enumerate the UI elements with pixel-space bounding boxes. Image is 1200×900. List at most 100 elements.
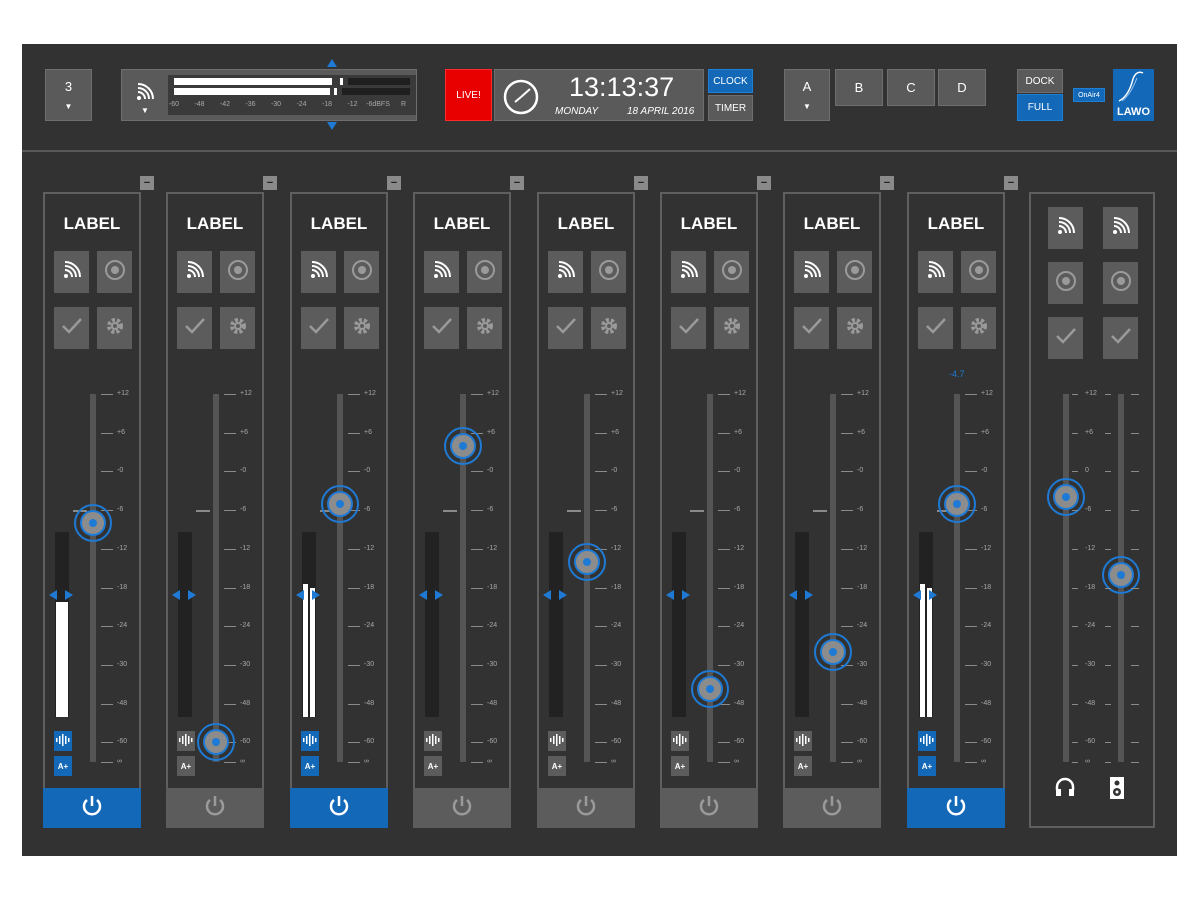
fader-knob[interactable] [944, 490, 970, 517]
balance-right-icon[interactable] [65, 590, 73, 600]
speaker-input-button[interactable] [1103, 207, 1138, 249]
channel-input-button[interactable] [301, 251, 336, 293]
headphone-record-button[interactable] [1048, 262, 1083, 304]
channel-input-button[interactable] [794, 251, 829, 293]
channel-input-button[interactable] [671, 251, 706, 293]
autogain-button[interactable]: A+ [794, 756, 812, 776]
waveform-button[interactable] [671, 731, 689, 751]
meter-up-arrow-icon[interactable] [327, 59, 337, 67]
waveform-button[interactable] [54, 731, 72, 751]
balance-left-icon[interactable] [789, 590, 797, 600]
channel-record-button[interactable] [97, 251, 132, 293]
timer-button[interactable]: TIMER [708, 95, 753, 121]
balance-left-icon[interactable] [913, 590, 921, 600]
channel-settings-button[interactable] [220, 307, 255, 349]
channel-record-button[interactable] [467, 251, 502, 293]
channel-settings-button[interactable] [467, 307, 502, 349]
speaker-fader-knob[interactable] [1108, 561, 1134, 588]
balance-left-icon[interactable] [49, 590, 57, 600]
balance-left-icon[interactable] [666, 590, 674, 600]
balance-right-icon[interactable] [435, 590, 443, 600]
channel-settings-button[interactable] [837, 307, 872, 349]
channel-select-button[interactable] [548, 307, 583, 349]
channel-select-button[interactable] [301, 307, 336, 349]
collapse-button[interactable]: − [634, 176, 648, 190]
channel-select-button[interactable] [794, 307, 829, 349]
waveform-button[interactable] [548, 731, 566, 751]
channel-power-button[interactable] [907, 788, 1005, 828]
waveform-button[interactable] [301, 731, 319, 751]
autogain-button[interactable]: A+ [918, 756, 936, 776]
waveform-button[interactable] [177, 731, 195, 751]
channel-settings-button[interactable] [961, 307, 996, 349]
channel-input-button[interactable] [918, 251, 953, 293]
balance-right-icon[interactable] [682, 590, 690, 600]
waveform-button[interactable] [424, 731, 442, 751]
collapse-button[interactable]: − [387, 176, 401, 190]
chevron-down-icon[interactable]: ▼ [141, 106, 149, 115]
channel-record-button[interactable] [961, 251, 996, 293]
balance-right-icon[interactable] [188, 590, 196, 600]
headphone-select-button[interactable] [1048, 317, 1083, 359]
channel-settings-button[interactable] [591, 307, 626, 349]
collapse-button[interactable]: − [263, 176, 277, 190]
bank-b-button[interactable]: B [835, 69, 883, 106]
fader-knob[interactable] [327, 490, 353, 517]
channel-power-button[interactable] [43, 788, 141, 828]
fader-knob[interactable] [574, 548, 600, 575]
channel-input-button[interactable] [54, 251, 89, 293]
balance-right-icon[interactable] [312, 590, 320, 600]
speaker-icon[interactable] [1109, 776, 1125, 805]
balance-right-icon[interactable] [929, 590, 937, 600]
channel-record-button[interactable] [344, 251, 379, 293]
channel-select-button[interactable] [54, 307, 89, 349]
collapse-button[interactable]: − [510, 176, 524, 190]
clock-button[interactable]: CLOCK [708, 69, 753, 93]
channel-power-button[interactable] [413, 788, 511, 828]
autogain-button[interactable]: A+ [548, 756, 566, 776]
channel-power-button[interactable] [783, 788, 881, 828]
channel-record-button[interactable] [220, 251, 255, 293]
channel-record-button[interactable] [837, 251, 872, 293]
channel-select-button[interactable] [918, 307, 953, 349]
channel-record-button[interactable] [591, 251, 626, 293]
full-button[interactable]: FULL [1017, 94, 1063, 121]
bank-selector[interactable]: A ▼ [784, 69, 830, 121]
autogain-button[interactable]: A+ [671, 756, 689, 776]
channel-power-button[interactable] [290, 788, 388, 828]
headphones-icon[interactable] [1054, 776, 1076, 803]
balance-left-icon[interactable] [296, 590, 304, 600]
fader-knob[interactable] [697, 675, 723, 702]
channel-power-button[interactable] [166, 788, 264, 828]
speaker-record-button[interactable] [1103, 262, 1138, 304]
headphone-input-button[interactable] [1048, 207, 1083, 249]
fader-knob[interactable] [820, 639, 846, 665]
channel-power-button[interactable] [660, 788, 758, 828]
balance-left-icon[interactable] [172, 590, 180, 600]
channel-input-button[interactable] [177, 251, 212, 293]
channel-settings-button[interactable] [97, 307, 132, 349]
speaker-select-button[interactable] [1103, 317, 1138, 359]
collapse-button[interactable]: − [1004, 176, 1018, 190]
autogain-button[interactable]: A+ [54, 756, 72, 776]
collapse-button[interactable]: − [880, 176, 894, 190]
balance-left-icon[interactable] [419, 590, 427, 600]
autogain-button[interactable]: A+ [301, 756, 319, 776]
channel-select-button[interactable] [177, 307, 212, 349]
waveform-button[interactable] [918, 731, 936, 751]
channel-power-button[interactable] [537, 788, 635, 828]
autogain-button[interactable]: A+ [424, 756, 442, 776]
channel-input-button[interactable] [424, 251, 459, 293]
balance-left-icon[interactable] [543, 590, 551, 600]
waveform-button[interactable] [794, 731, 812, 751]
dock-button[interactable]: DOCK [1017, 69, 1063, 93]
balance-right-icon[interactable] [805, 590, 813, 600]
bank-c-button[interactable]: C [887, 69, 935, 106]
bank-d-button[interactable]: D [938, 69, 986, 106]
channel-select-button[interactable] [424, 307, 459, 349]
collapse-button[interactable]: − [140, 176, 154, 190]
collapse-button[interactable]: − [757, 176, 771, 190]
page-selector[interactable]: 3 ▼ [45, 69, 92, 121]
channel-settings-button[interactable] [714, 307, 749, 349]
live-button[interactable]: LIVE! [445, 69, 492, 121]
